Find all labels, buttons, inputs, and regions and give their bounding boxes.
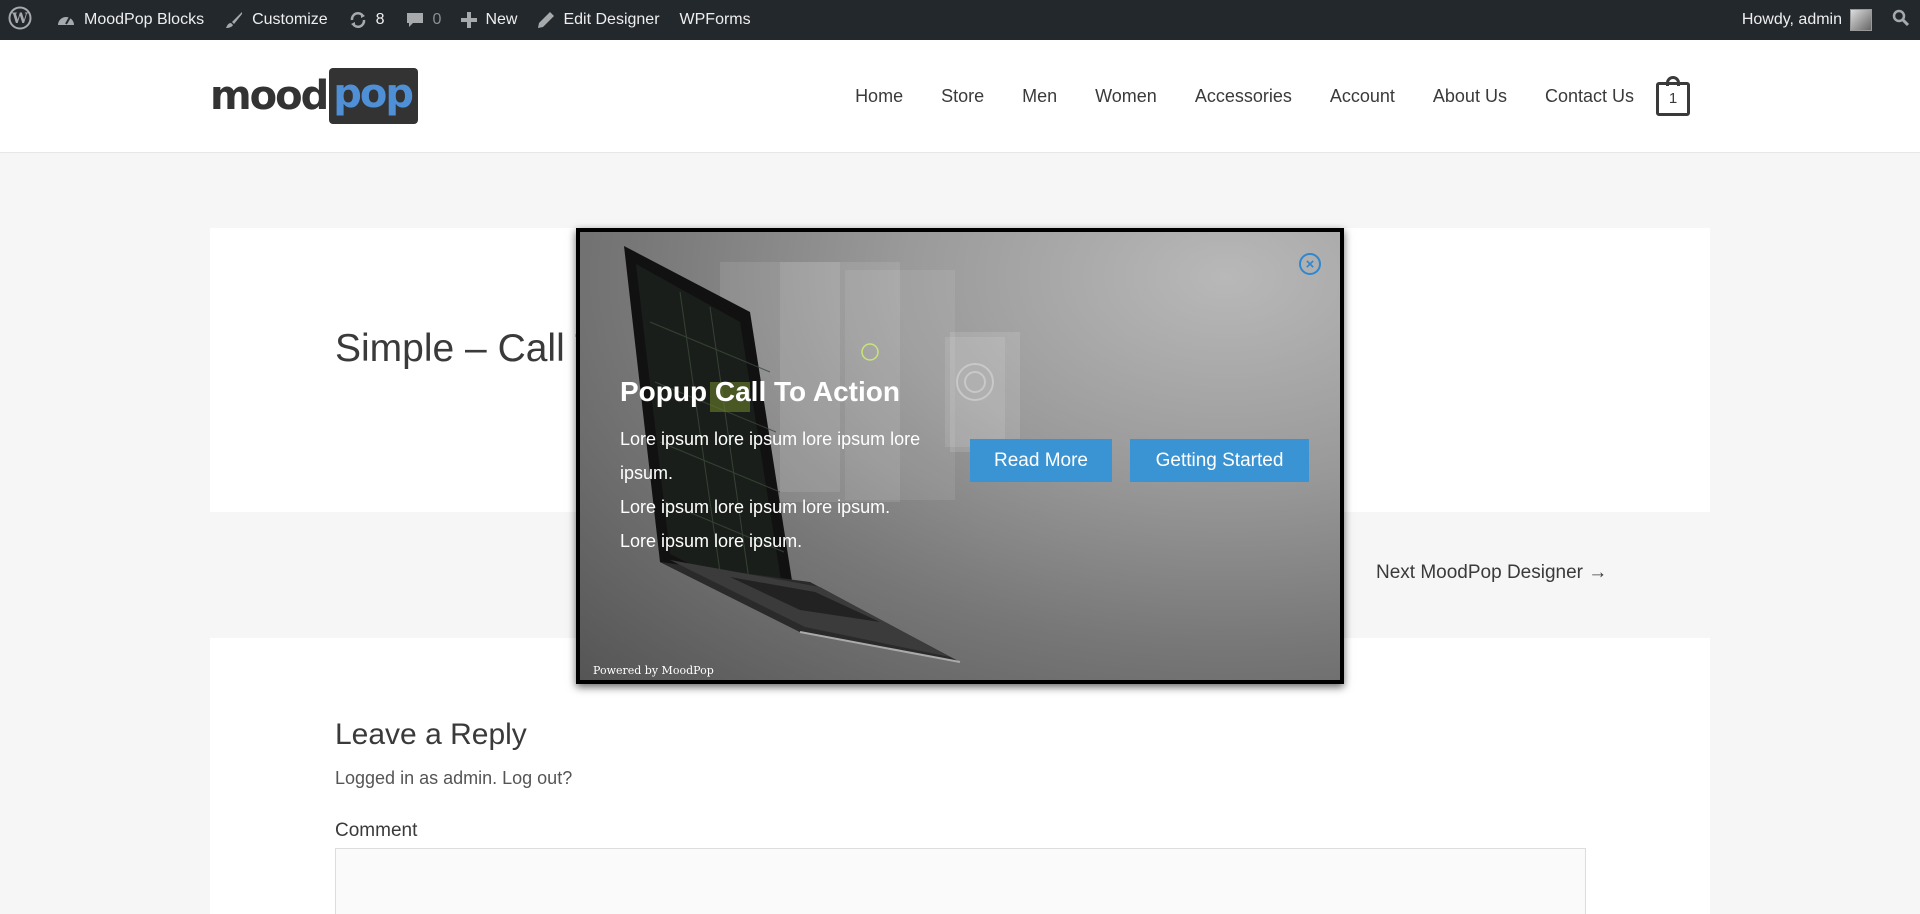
search-icon [1892, 9, 1910, 32]
shopping-bag-button[interactable]: 1 [1656, 76, 1690, 116]
plus-icon [461, 12, 478, 28]
svg-text:W: W [11, 11, 28, 27]
paintbrush-icon [224, 10, 244, 30]
powered-by-label: Powered by MoodPop [593, 664, 714, 677]
avatar [1850, 9, 1872, 31]
refresh-icon [348, 10, 368, 30]
nav-women[interactable]: Women [1095, 86, 1157, 107]
page-title: Simple – Call To [335, 327, 617, 370]
nav-about-us[interactable]: About Us [1433, 86, 1507, 107]
site-header: mood pop Home Store Men Women Accessorie… [0, 40, 1920, 153]
wpforms-menu[interactable]: WPForms [670, 0, 761, 40]
nav-home[interactable]: Home [855, 86, 903, 107]
wpforms-label: WPForms [679, 11, 751, 28]
nav-contact-us[interactable]: Contact Us [1545, 86, 1634, 107]
getting-started-button[interactable]: Getting Started [1130, 439, 1309, 482]
nav-men[interactable]: Men [1022, 86, 1057, 107]
next-post-link[interactable]: Next MoodPop Designer → [1376, 562, 1607, 584]
popup-line: Lore ipsum lore ipsum. [620, 531, 803, 551]
popup-line: Lore ipsum lore ipsum lore ipsum lore ip… [620, 429, 926, 483]
popup-body: Lore ipsum lore ipsum lore ipsum lore ip… [620, 422, 940, 558]
cart-count: 1 [1668, 90, 1678, 107]
customize-link[interactable]: Customize [214, 0, 338, 40]
site-name-label: MoodPop Blocks [84, 11, 205, 28]
nav-account[interactable]: Account [1330, 86, 1395, 107]
comment-icon [405, 10, 425, 30]
pencil-icon [537, 11, 555, 29]
logo-text-mood: mood [210, 73, 329, 119]
popup-line: Lore ipsum lore ipsum lore ipsum. [620, 497, 891, 517]
nav-accessories[interactable]: Accessories [1195, 86, 1292, 107]
admin-bar: W MoodPop Blocks Customize 8 0 New Edit … [0, 0, 1920, 40]
edit-designer-label: Edit Designer [563, 11, 660, 28]
logged-in-text: Logged in as admin. Log out? [335, 768, 572, 789]
nav-store[interactable]: Store [941, 86, 984, 107]
wordpress-logo-menu[interactable]: W [0, 0, 46, 40]
admin-search-button[interactable] [1882, 0, 1920, 40]
updates-count: 8 [375, 11, 385, 28]
edit-designer-link[interactable]: Edit Designer [527, 0, 669, 40]
site-name-menu[interactable]: MoodPop Blocks [46, 0, 214, 40]
wordpress-icon: W [8, 6, 32, 35]
reply-title: Leave a Reply [335, 718, 527, 751]
close-icon[interactable]: × [1299, 253, 1321, 275]
popup-title: Popup Call To Action [620, 376, 900, 407]
dashboard-icon [56, 11, 76, 29]
read-more-button[interactable]: Read More [970, 439, 1112, 482]
account-menu[interactable]: Howdy, admin [1732, 0, 1882, 40]
customize-label: Customize [252, 11, 328, 28]
logout-link[interactable]: Log out? [502, 768, 572, 788]
howdy-label: Howdy, admin [1741, 11, 1842, 28]
comment-textarea[interactable] [335, 848, 1586, 914]
updates-link[interactable]: 8 [338, 0, 395, 40]
new-content-menu[interactable]: New [451, 0, 527, 40]
site-logo[interactable]: mood pop [210, 68, 419, 124]
comments-link[interactable]: 0 [395, 0, 452, 40]
popup-modal: Popup Call To Action Lore ipsum lore ips… [576, 228, 1344, 684]
comments-count: 0 [432, 11, 442, 28]
primary-navigation: Home Store Men Women Accessories Account… [817, 40, 1634, 153]
logged-in-link[interactable]: Logged in as admin. [335, 768, 497, 788]
logo-text-pop: pop [329, 68, 419, 124]
comment-label: Comment [335, 820, 418, 841]
new-label: New [485, 11, 518, 28]
